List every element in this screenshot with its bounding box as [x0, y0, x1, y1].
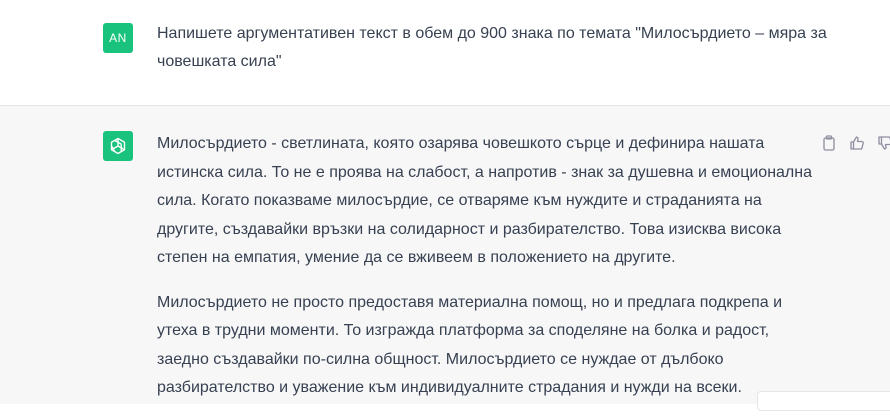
answer-paragraph: Милосърдието не просто предоставя матери…	[157, 293, 783, 397]
message-actions	[820, 134, 890, 152]
user-message-row: AN Напишете аргументативен текст в обем …	[0, 0, 890, 106]
assistant-answer: Милосърдието - светлината, която озарява…	[157, 130, 817, 419]
user-message-text: Напишете аргументативен текст в обем до …	[157, 25, 827, 70]
user-avatar: AN	[103, 23, 133, 53]
openai-logo-icon	[103, 131, 133, 161]
assistant-message-row: Милосърдието - светлината, която озарява…	[0, 106, 890, 404]
scroll-to-bottom-button[interactable]	[757, 391, 890, 411]
thumbs-up-icon[interactable]	[848, 134, 866, 152]
answer-paragraph: Милосърдието - светлината, която озарява…	[157, 135, 812, 266]
thumbs-down-icon[interactable]	[876, 134, 890, 152]
clipboard-icon[interactable]	[820, 134, 838, 152]
